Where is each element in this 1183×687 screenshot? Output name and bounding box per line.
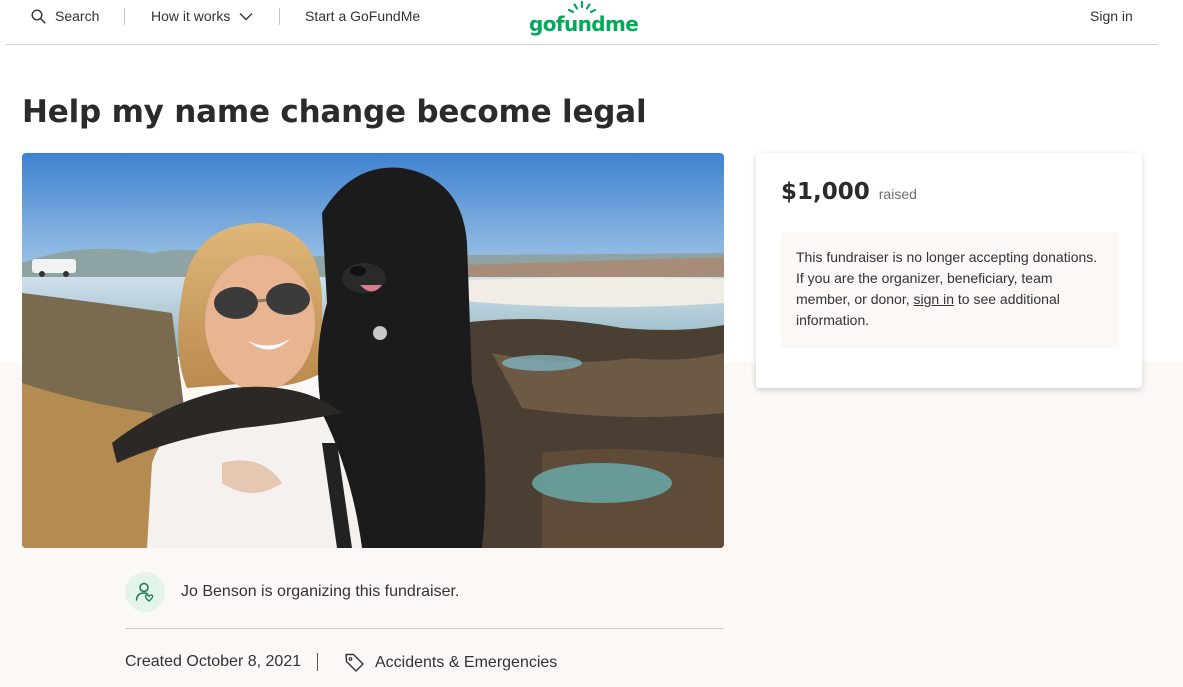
search-button[interactable]: Search bbox=[31, 8, 99, 24]
search-icon bbox=[31, 8, 46, 24]
amount-raised: $1,000 raised bbox=[781, 179, 917, 205]
how-it-works-label: How it works bbox=[151, 8, 231, 24]
tag-icon bbox=[345, 653, 364, 672]
campaign-photo[interactable] bbox=[22, 153, 724, 548]
created-date: Created October 8, 2021 bbox=[125, 653, 302, 670]
amount-value: $1,000 bbox=[781, 179, 870, 205]
top-nav: Search How it works Start a GoFundMe gof… bbox=[0, 0, 1183, 45]
organizer-avatar bbox=[125, 572, 165, 612]
nav-separator bbox=[124, 8, 125, 25]
start-gofundme-link[interactable]: Start a GoFundMe bbox=[305, 8, 420, 24]
section-divider bbox=[125, 628, 724, 629]
meta-separator bbox=[317, 653, 318, 671]
page-title: Help my name change become legal bbox=[22, 94, 647, 130]
closed-notice: This fundraiser is no longer accepting d… bbox=[781, 232, 1119, 348]
donation-card: $1,000 raised This fundraiser is no long… bbox=[756, 153, 1142, 388]
logo-text: gofundme bbox=[529, 12, 639, 36]
nav-separator bbox=[279, 8, 280, 25]
chevron-down-icon bbox=[239, 12, 253, 20]
header-divider bbox=[6, 44, 1158, 45]
amount-label: raised bbox=[878, 186, 917, 202]
organizer-icon bbox=[135, 582, 154, 602]
search-label: Search bbox=[55, 8, 100, 24]
sign-in-link[interactable]: Sign in bbox=[1090, 8, 1133, 24]
category-link[interactable]: Accidents & Emergencies bbox=[344, 652, 557, 673]
gofundme-logo[interactable]: gofundme bbox=[529, 0, 639, 40]
organizer-text: Jo Benson is organizing this fundraiser. bbox=[181, 583, 460, 600]
notice-sign-in-link[interactable]: sign in bbox=[914, 291, 954, 307]
category-label: Accidents & Emergencies bbox=[375, 653, 558, 671]
how-it-works-menu[interactable]: How it works bbox=[151, 8, 253, 24]
